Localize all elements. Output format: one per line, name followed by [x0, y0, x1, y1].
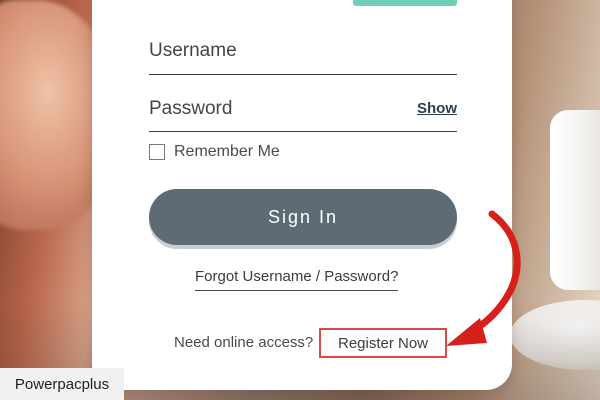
register-now-link[interactable]: Register Now [319, 328, 447, 358]
password-field[interactable]: Password Show [149, 96, 457, 132]
show-password-link[interactable]: Show [417, 100, 457, 117]
register-now-label: Register Now [337, 334, 429, 352]
password-label: Password [149, 98, 233, 119]
forgot-credentials-link[interactable]: Forgot Username / Password? [195, 268, 399, 291]
background-cup [550, 110, 600, 290]
remember-me-label: Remember Me [174, 143, 280, 160]
username-field[interactable]: Username [149, 38, 457, 75]
sign-in-button[interactable]: Sign In [149, 189, 457, 245]
card-accent-tab [353, 0, 457, 6]
need-access-text: Need online access? [174, 334, 314, 351]
remember-me-checkbox[interactable] [149, 144, 165, 160]
username-label: Username [149, 40, 237, 61]
remember-me-row[interactable]: Remember Me [149, 143, 280, 161]
watermark-label: Powerpacplus [0, 368, 124, 400]
